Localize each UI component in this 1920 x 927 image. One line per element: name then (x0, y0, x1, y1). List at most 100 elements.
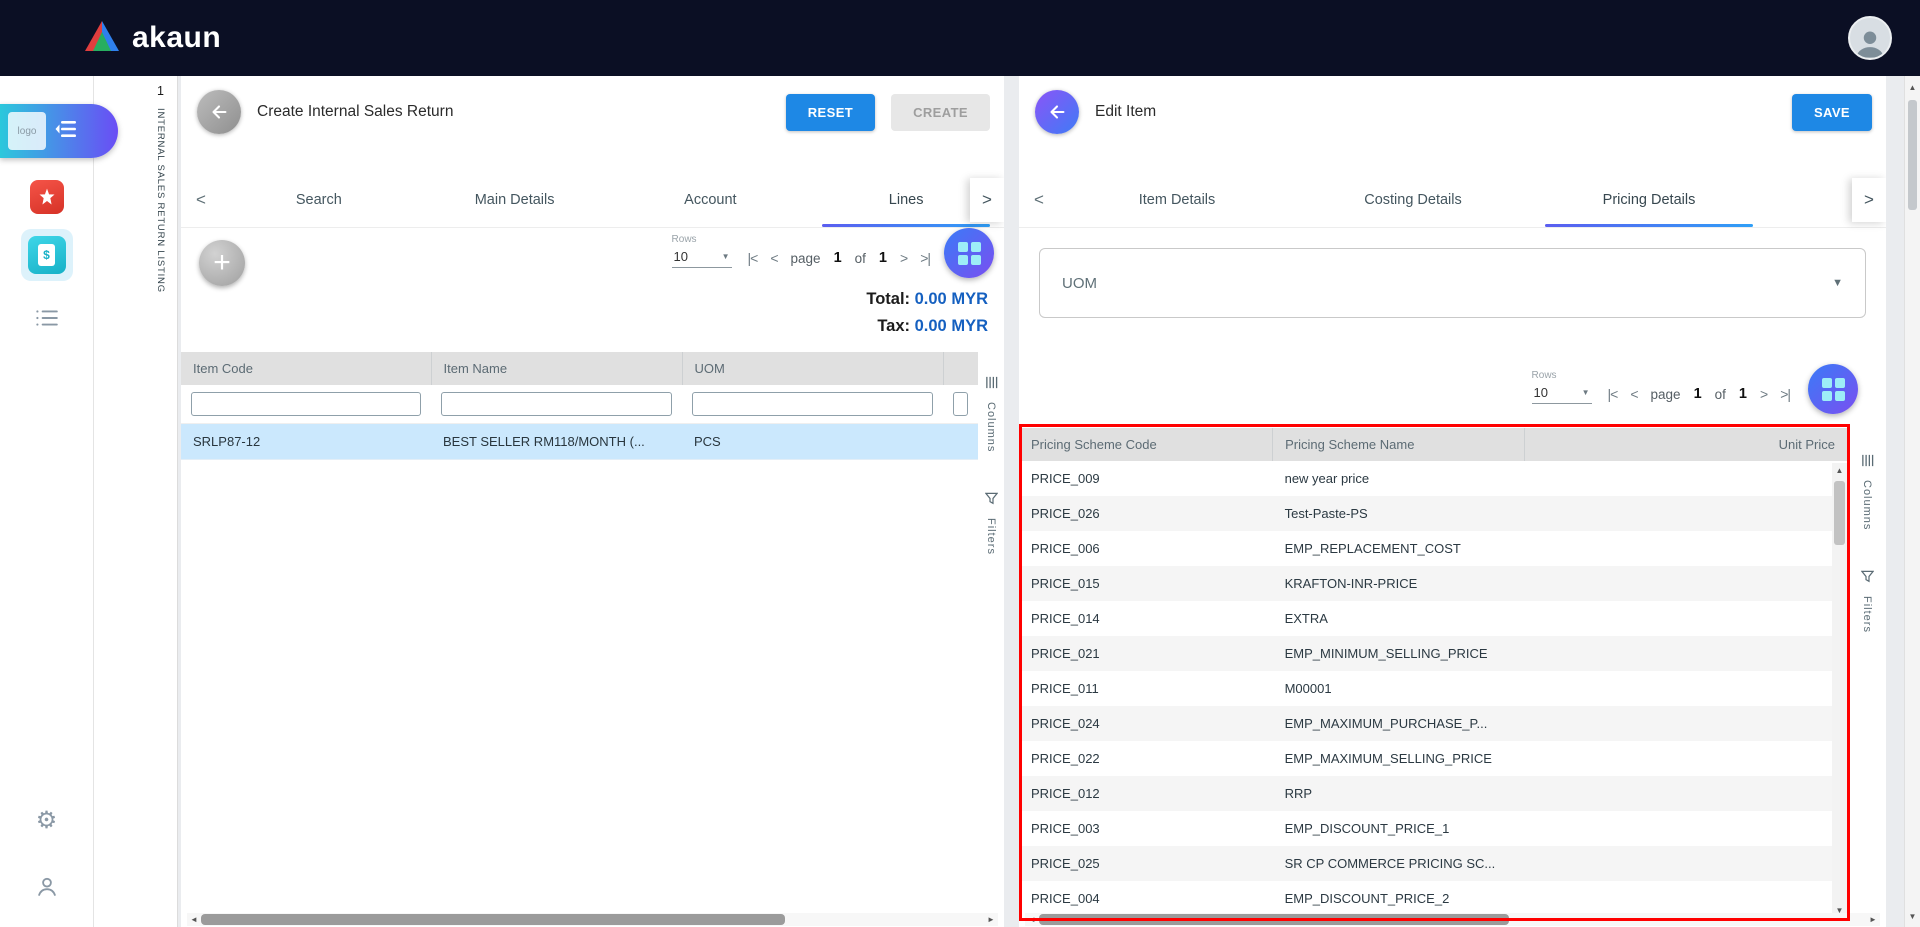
prev-page-button[interactable]: < (770, 250, 777, 266)
content: Create Internal Sales Return RESET CREAT… (178, 76, 1904, 927)
table-row[interactable]: PRICE_009new year price (1019, 461, 1847, 496)
collapse-menu-icon (55, 120, 77, 143)
table-row[interactable]: PRICE_015KRAFTON-INR-PRICE (1019, 566, 1847, 601)
rows-select[interactable]: 10 ▼ (1532, 383, 1592, 404)
scroll-up-icon[interactable]: ▲ (1905, 80, 1920, 96)
grid-view-button[interactable] (1808, 364, 1858, 414)
next-page-button[interactable]: > (1760, 386, 1767, 402)
scroll-right-icon[interactable]: ► (1866, 915, 1880, 924)
table-row[interactable]: PRICE_024EMP_MAXIMUM_PURCHASE_P... (1019, 706, 1847, 741)
cell: EMP_DISCOUNT_PRICE_2 (1273, 881, 1525, 916)
tabs-next-button[interactable]: > (970, 178, 1004, 222)
scroll-right-icon[interactable]: ► (984, 915, 998, 924)
next-page-button[interactable]: > (900, 250, 907, 266)
reset-button[interactable]: RESET (786, 94, 875, 131)
tab-search[interactable]: Search (221, 172, 417, 227)
list-icon[interactable] (35, 308, 59, 328)
columns-toggle[interactable]: Columns (1861, 480, 1873, 530)
cell: EMP_MAXIMUM_PURCHASE_P... (1273, 706, 1525, 741)
create-internal-sales-return-panel: Create Internal Sales Return RESET CREAT… (181, 76, 1004, 927)
save-button[interactable]: SAVE (1792, 94, 1872, 131)
filters-icon[interactable] (1861, 570, 1874, 588)
rows-select[interactable]: 10 ▼ (672, 247, 732, 268)
table-row[interactable]: PRICE_014EXTRA (1019, 601, 1847, 636)
of-word: of (855, 251, 866, 266)
columns-icon[interactable] (985, 376, 998, 394)
tax-value: 0.00 MYR (915, 317, 988, 335)
extra-filter-input[interactable] (953, 392, 968, 416)
tab-pricing-details[interactable]: Pricing Details (1531, 172, 1767, 227)
cell (1524, 811, 1847, 846)
scrollbar-thumb[interactable] (1834, 481, 1845, 545)
profile-icon[interactable] (34, 874, 60, 900)
gear-icon[interactable]: ⚙ (36, 806, 58, 835)
document-dollar-icon: $ (28, 236, 66, 274)
columns-icon[interactable] (1861, 454, 1874, 472)
cell: PRICE_014 (1019, 601, 1273, 636)
grid-icon (1822, 378, 1845, 401)
red-app-icon[interactable] (30, 180, 64, 214)
scroll-up-icon[interactable]: ▲ (1832, 463, 1847, 478)
table-row[interactable]: PRICE_006EMP_REPLACEMENT_COST (1019, 531, 1847, 566)
user-avatar[interactable] (1848, 16, 1892, 60)
item-code-filter-input[interactable] (191, 392, 421, 416)
page-word: page (1651, 387, 1681, 402)
col-uom: UOM (682, 352, 943, 385)
filters-toggle[interactable]: Filters (1861, 596, 1873, 633)
panel-gap (1004, 76, 1019, 927)
first-page-button[interactable]: |< (1608, 386, 1618, 402)
cell: PRICE_026 (1019, 496, 1273, 531)
table-row[interactable]: PRICE_011M00001 (1019, 671, 1847, 706)
scrollbar-thumb[interactable] (1039, 914, 1509, 925)
uom-dropdown[interactable]: UOM ▼ (1039, 248, 1866, 318)
columns-toggle[interactable]: Columns (985, 402, 997, 452)
table-row[interactable]: PRICE_025SR CP COMMERCE PRICING SC... (1019, 846, 1847, 881)
cell (1524, 671, 1847, 706)
table-row[interactable]: SRLP87-12BEST SELLER RM118/MONTH (...PCS (181, 424, 978, 460)
tab-costing-details[interactable]: Costing Details (1295, 172, 1531, 227)
back-button[interactable] (1035, 90, 1079, 134)
last-page-button[interactable]: >| (920, 250, 930, 266)
uom-filter-input[interactable] (692, 392, 933, 416)
pricing-vertical-scrollbar: ▲ ▼ (1832, 463, 1847, 918)
create-button[interactable]: CREATE (891, 94, 990, 131)
tab-main-details[interactable]: Main Details (417, 172, 613, 227)
cell: PRICE_009 (1019, 461, 1273, 496)
tab-account[interactable]: Account (612, 172, 808, 227)
table-row[interactable]: PRICE_003EMP_DISCOUNT_PRICE_1 (1019, 811, 1847, 846)
scroll-left-icon[interactable]: ◄ (1025, 915, 1039, 924)
listing-tab-internal-sales-return[interactable]: 1 INTERNAL SALES RETURN LISTING (144, 76, 178, 927)
page-total: 1 (879, 250, 887, 266)
right-panel-header: Edit Item SAVE (1035, 88, 1872, 136)
tab-item-details[interactable]: Item Details (1059, 172, 1295, 227)
table-row[interactable]: PRICE_012RRP (1019, 776, 1847, 811)
totals: Total: 0.00 MYR Tax: 0.00 MYR (866, 286, 988, 340)
item-name-filter-input[interactable] (441, 392, 672, 416)
tabs-prev-icon[interactable]: < (1019, 172, 1059, 227)
prev-page-button[interactable]: < (1630, 386, 1637, 402)
grid-view-button[interactable] (944, 228, 994, 278)
tabs-next-button[interactable]: > (1852, 178, 1886, 222)
cell: RRP (1273, 776, 1525, 811)
table-row[interactable]: PRICE_021EMP_MINIMUM_SELLING_PRICE (1019, 636, 1847, 671)
scrollbar-thumb[interactable] (1908, 100, 1917, 210)
tabs-prev-icon[interactable]: < (181, 172, 221, 227)
workspace-logo-chip[interactable]: logo (0, 104, 118, 158)
table-row[interactable]: PRICE_026Test-Paste-PS (1019, 496, 1847, 531)
cell (1524, 706, 1847, 741)
table-row[interactable]: PRICE_022EMP_MAXIMUM_SELLING_PRICE (1019, 741, 1847, 776)
right-horizontal-scrollbar: ◄ ► (1025, 913, 1880, 926)
cell (1524, 531, 1847, 566)
internal-sales-app-icon[interactable]: $ (21, 229, 73, 281)
scrollbar-thumb[interactable] (201, 914, 785, 925)
scroll-down-icon[interactable]: ▼ (1905, 909, 1920, 925)
filters-icon[interactable] (985, 492, 998, 510)
add-line-button[interactable]: + (199, 240, 245, 286)
brand[interactable]: akaun (84, 20, 221, 57)
scroll-left-icon[interactable]: ◄ (187, 915, 201, 924)
first-page-button[interactable]: |< (748, 250, 758, 266)
back-button[interactable] (197, 90, 241, 134)
filters-toggle[interactable]: Filters (985, 518, 997, 555)
last-page-button[interactable]: >| (1780, 386, 1790, 402)
table-row[interactable]: PRICE_004EMP_DISCOUNT_PRICE_2 (1019, 881, 1847, 916)
